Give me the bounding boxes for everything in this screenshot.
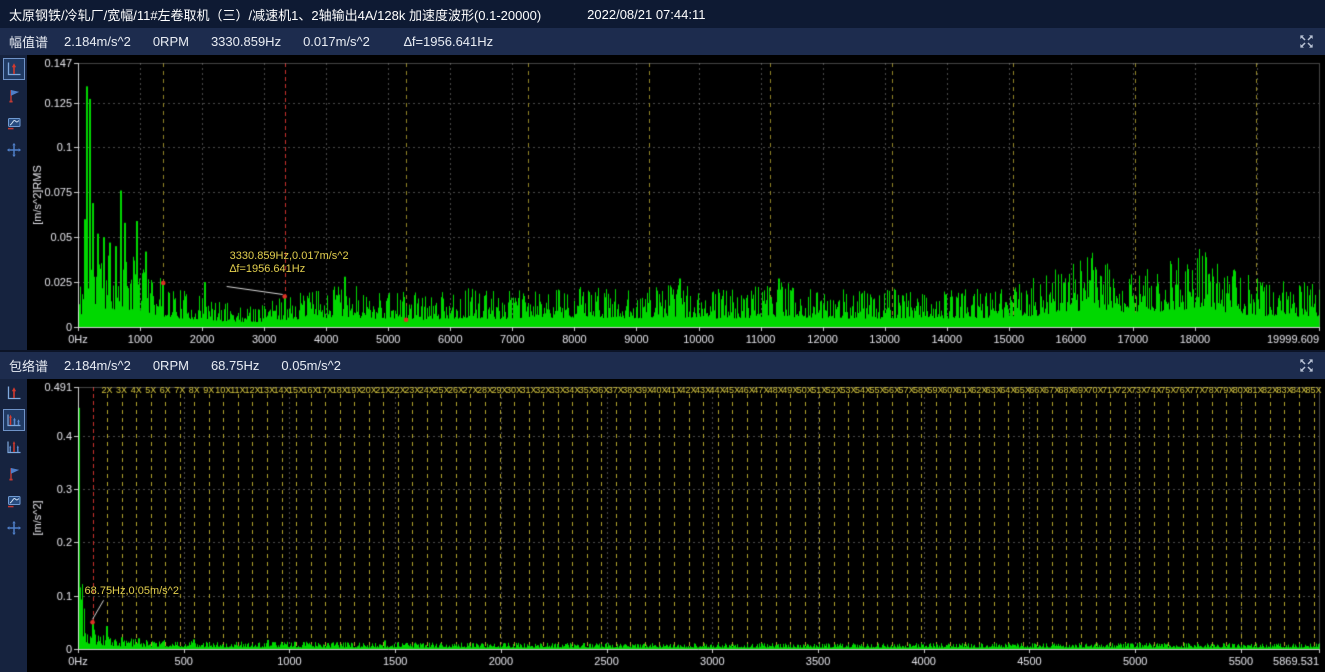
envelope-spectrum-canvas[interactable] <box>27 379 1325 672</box>
envelope-panel-header: 包络谱 2.184m/s^2 0RPM 68.75Hz 0.05m/s^2 <box>0 352 1325 379</box>
amplitude-toolbar <box>0 55 27 350</box>
amplitude-panel-header: 幅值谱 2.184m/s^2 0RPM 3330.859Hz 0.017m/s^… <box>0 28 1325 55</box>
move-icon[interactable] <box>3 139 25 161</box>
harmonic-cursor-icon[interactable] <box>3 409 25 431</box>
expand-icon[interactable] <box>1298 33 1315 50</box>
amplitude-cursor-frequency: 3330.859Hz <box>211 34 281 49</box>
sideband-cursor-icon[interactable] <box>3 436 25 458</box>
flag-icon[interactable] <box>3 85 25 107</box>
flag-icon[interactable] <box>3 463 25 485</box>
amplitude-panel: 幅值谱 2.184m/s^2 0RPM 3330.859Hz 0.017m/s^… <box>0 28 1325 350</box>
envelope-rpm-value: 0RPM <box>153 358 189 373</box>
amplitude-spectrum-canvas[interactable] <box>27 55 1325 350</box>
waveform-window-icon[interactable] <box>3 112 25 134</box>
waveform-window-icon[interactable] <box>3 490 25 512</box>
single-cursor-icon[interactable] <box>3 382 25 404</box>
envelope-chart: 68.75Hz,0.05m/s^2 <box>27 379 1325 672</box>
envelope-rms-value: 2.184m/s^2 <box>64 358 131 373</box>
amplitude-panel-title: 幅值谱 <box>9 32 48 51</box>
amplitude-rpm-value: 0RPM <box>153 34 189 49</box>
move-icon[interactable] <box>3 517 25 539</box>
expand-icon[interactable] <box>1298 357 1315 374</box>
envelope-toolbar <box>0 379 27 672</box>
envelope-cursor-frequency: 68.75Hz <box>211 358 259 373</box>
window-titlebar: 太原钢铁/冷轧厂/宽幅/11#左卷取机（三）/减速机1、2轴输出4A/128k … <box>0 0 1325 28</box>
envelope-panel-title: 包络谱 <box>9 356 48 375</box>
single-cursor-icon[interactable] <box>3 58 25 80</box>
amplitude-rms-value: 2.184m/s^2 <box>64 34 131 49</box>
window-datetime: 2022/08/21 07:44:11 <box>587 7 705 22</box>
amplitude-chart: 3330.859Hz,0.017m/s^2 ∆f=1956.641Hz <box>27 55 1325 350</box>
window-title: 太原钢铁/冷轧厂/宽幅/11#左卷取机（三）/减速机1、2轴输出4A/128k … <box>9 5 541 24</box>
amplitude-cursor-amplitude: 0.017m/s^2 <box>303 34 370 49</box>
amplitude-delta-f: ∆f=1956.641Hz <box>404 34 493 49</box>
envelope-cursor-amplitude: 0.05m/s^2 <box>281 358 341 373</box>
envelope-panel: 包络谱 2.184m/s^2 0RPM 68.75Hz 0.05m/s^2 68… <box>0 352 1325 672</box>
